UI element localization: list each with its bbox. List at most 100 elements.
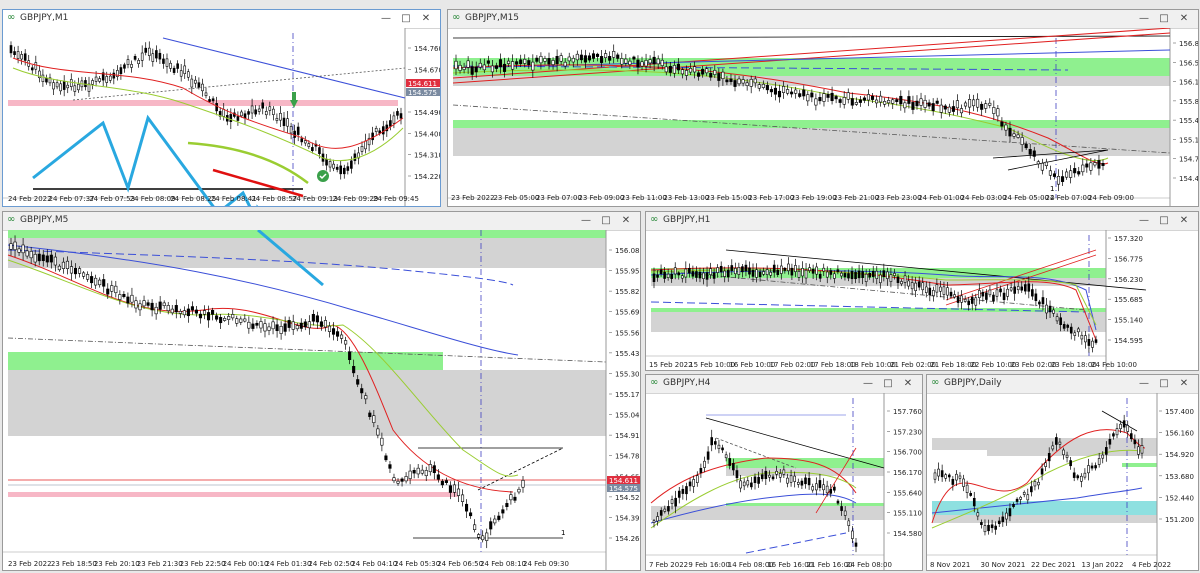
minimize-icon[interactable]: — [376,10,396,28]
minimize-icon[interactable]: — [576,212,596,230]
price-label: 156.850 [1179,40,1198,48]
time-label: 18 Feb 10:00 [850,361,896,369]
time-label: 23 Feb 18:50 [51,560,97,568]
time-label: 23 Feb 19:00 [791,194,837,202]
chart-window-m15[interactable]: ∞ GBPJPY,M15 —□✕ 1 2 156.85015 [447,9,1199,207]
price-label: 156.775 [1114,255,1143,263]
time-label: 23 Feb 2022 [8,560,52,568]
price-label: 156.160 [1165,430,1194,438]
minimize-icon[interactable]: — [1134,10,1154,28]
time-axis: 24 Feb 202224 Feb 07:3724 Feb 07:5324 Fe… [8,195,419,203]
minimize-icon[interactable]: — [858,375,878,393]
window-title: GBPJPY,M5 [20,215,69,225]
chart-window-h1[interactable]: ∞ GBPJPY,H1 — □ ✕ 157.320 156.775 156.230 155… [645,211,1199,371]
level-mark-1: 1 [561,529,565,537]
title-bar[interactable]: ∞ GBPJPY,H4 — □ ✕ [646,375,922,394]
price-label: 156.080 [615,247,640,255]
window-title: GBPJPY,M1 [20,13,69,23]
maximize-icon[interactable]: □ [1154,375,1174,393]
time-label: 24 Feb 08:10 [480,560,526,568]
chart-window-daily[interactable]: ∞ GBPJPY,Daily — □ ✕ 157.400 156.160 154.920… [926,374,1199,571]
price-label: 153.680 [1165,473,1194,481]
maximize-icon[interactable]: □ [878,375,898,393]
close-icon[interactable]: ✕ [898,375,918,393]
time-label: 8 Nov 2021 [930,561,970,569]
time-axis: 23 Feb 2022 23 Feb 18:5023 Feb 20:1023 Fe… [8,560,569,568]
chart-canvas[interactable]: 157.760 157.230 156.700 156.170 155.640 155.1… [646,393,922,570]
close-icon[interactable]: ✕ [416,10,436,28]
time-label: 24 Feb 08:09 [130,195,176,203]
time-label: 23 Feb 18:00 [1051,361,1097,369]
time-label: 24 Feb 01:30 [266,560,312,568]
time-label: 24 Feb 2022 [8,195,52,203]
price-label: 154.780 [615,453,640,461]
time-label: 23 Feb 09:00 [578,194,624,202]
time-label: 9 Feb 16:00 [688,561,729,569]
chart-canvas[interactable]: 1 2 156.850156.505156.160155.815155.4701… [448,28,1198,206]
price-label: 154.260 [615,535,640,543]
price-label: 154.400 [414,130,440,138]
price-label: 155.560 [615,329,640,337]
close-icon[interactable]: ✕ [1174,10,1194,28]
chart-canvas[interactable]: 154.760154.670154.580154.490154.400154.3… [3,28,440,206]
maximize-icon[interactable]: □ [1154,10,1174,28]
time-label: 23 Feb 23:00 [876,194,922,202]
price-chart[interactable]: 154.760154.670154.580154.490154.400154.3… [3,28,440,206]
price-label: 154.390 [615,514,640,522]
title-bar[interactable]: ∞ GBPJPY,Daily — □ ✕ [927,375,1198,394]
title-bar[interactable]: ∞ GBPJPY,H1 — □ ✕ [646,212,1198,231]
chart-window-icon: ∞ [931,377,940,388]
time-label: 24 Feb 07:00 [1046,194,1092,202]
chart-window-icon: ∞ [650,377,659,388]
chart-canvas[interactable]: 157.400 156.160 154.920 153.680 152.440 151.2… [927,393,1198,570]
maximize-icon[interactable]: □ [396,10,416,28]
chart-window-icon: ∞ [7,12,16,23]
price-label: 155.300 [615,370,640,378]
title-bar[interactable]: ∞ GBPJPY,M15 — □ ✕ [448,10,1198,29]
time-label: 24 Feb 01:00 [918,194,964,202]
maximize-icon[interactable]: □ [1154,212,1174,230]
chart-window-h4[interactable]: ∞ GBPJPY,H4 — □ ✕ 157.760 157.230 156.700 156… [645,374,923,571]
price-label: 155.430 [615,350,640,358]
time-label: 13 Jan 2022 [1082,561,1124,569]
price-label: 157.760 [893,408,922,416]
price-label: 154.595 [1114,337,1143,345]
price-label: 155.470 [1179,117,1198,125]
chart-window-m1[interactable]: ∞ GBPJPY,M1 —□✕ 154.760154.670154.580154… [2,9,441,207]
time-label: 24 Feb 00:10 [223,560,269,568]
ask-price-tag: 154.575 [609,485,638,493]
price-label: 156.160 [1179,79,1198,87]
time-label: 23 Feb 17:00 [748,194,794,202]
chart-window-icon: ∞ [7,214,16,225]
title-bar[interactable]: ∞ GBPJPY,M1 — □ ✕ [3,10,440,29]
price-chart[interactable]: 157.760 157.230 156.700 156.170 155.640 155.1… [646,393,922,570]
price-chart[interactable]: 157.400 156.160 154.920 153.680 152.440 151.2… [927,393,1198,570]
maximize-icon[interactable]: □ [596,212,616,230]
time-label: 15 Feb 2022 [649,361,693,369]
close-icon[interactable]: ✕ [616,212,636,230]
chart-window-m5[interactable]: ∞ GBPJPY,M5 —□✕ 1 156.080155. [2,211,641,571]
price-label: 154.435 [1179,175,1198,183]
chart-canvas[interactable]: 157.320 156.775 156.230 155.685 155.140 154.5… [646,230,1198,370]
close-icon[interactable]: ✕ [1174,375,1194,393]
price-label: 154.780 [1179,156,1198,164]
close-icon[interactable]: ✕ [1174,212,1194,230]
time-label: 23 Feb 13:00 [663,194,709,202]
chart-canvas[interactable]: 1 156.080 155.950 155.820 155.690 155.560 155… [3,230,640,570]
price-chart[interactable]: 157.320 156.775 156.230 155.685 155.140 154.5… [646,230,1198,370]
minimize-icon[interactable]: — [1134,212,1154,230]
candles [652,429,858,553]
price-chart[interactable]: 1 156.080 155.950 155.820 155.690 155.560 155… [3,230,640,570]
price-label: 157.400 [1165,408,1194,416]
time-label: 24 Feb 08:57 [251,195,297,203]
price-label: 155.170 [615,391,640,399]
price-label: 155.125 [1179,136,1198,144]
price-label: 154.220 [414,173,440,181]
title-bar[interactable]: ∞ GBPJPY,M5 — □ ✕ [3,212,640,231]
minimize-icon[interactable]: — [1134,375,1154,393]
time-label: 22 Dec 2021 [1031,561,1076,569]
chart-window-icon: ∞ [650,214,659,225]
price-chart[interactable]: 1 2 156.850156.505156.160155.815155.4701… [448,28,1198,206]
price-axis: 156.850 156.505 156.160 155.815 155.470 155.1… [1173,40,1198,183]
price-axis: 157.320 156.775 156.230 155.685 155.140 154.5… [1108,235,1143,345]
